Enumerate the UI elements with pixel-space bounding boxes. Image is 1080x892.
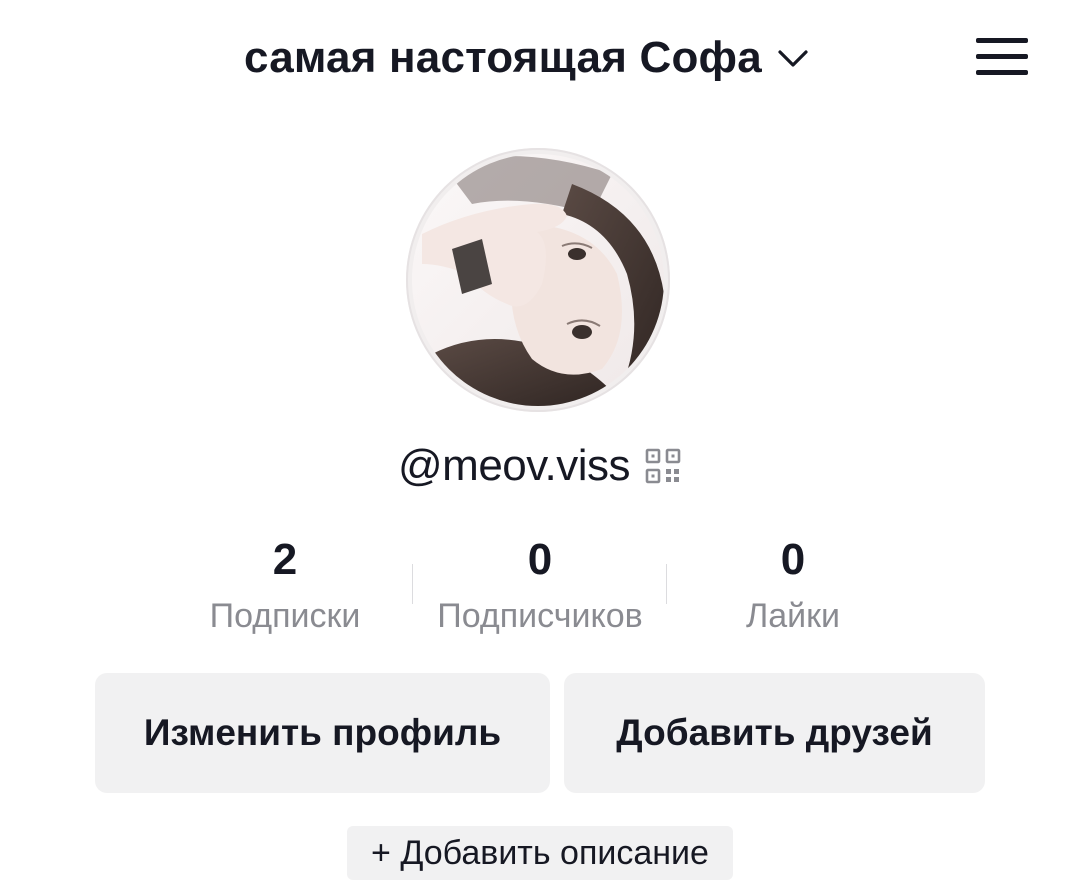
stat-divider xyxy=(666,564,667,604)
profile-stats: 2 Подписки 0 Подписчиков 0 Лайки xyxy=(0,530,1080,650)
add-friends-button[interactable]: Добавить друзей xyxy=(564,673,985,793)
stat-followers[interactable]: 0 Подписчиков xyxy=(420,530,660,642)
stat-following[interactable]: 2 Подписки xyxy=(165,530,405,642)
username: @meov.viss xyxy=(398,441,631,490)
hamburger-menu-icon[interactable] xyxy=(974,32,1032,80)
stat-followers-value: 0 xyxy=(527,535,553,584)
stat-followers-label: Подписчиков xyxy=(437,597,643,635)
account-switcher[interactable]: самая настоящая Софа xyxy=(244,26,810,90)
profile-screen: самая настоящая Софа @meov.viss 2 Подпис… xyxy=(0,0,1080,892)
chevron-down-icon xyxy=(778,50,808,67)
username-row: @meov.viss xyxy=(0,436,1080,496)
stat-following-label: Подписки xyxy=(209,597,361,635)
avatar[interactable] xyxy=(412,154,664,406)
stat-following-value: 2 xyxy=(272,535,298,584)
avatar-frame[interactable] xyxy=(406,148,670,412)
top-bar: самая настоящая Софа xyxy=(0,26,1080,90)
edit-profile-button[interactable]: Изменить профиль xyxy=(95,673,550,793)
stat-likes-label: Лайки xyxy=(745,597,841,635)
stat-likes-value: 0 xyxy=(780,535,806,584)
add-description-button[interactable]: + Добавить описание xyxy=(347,826,733,880)
qr-code-icon[interactable] xyxy=(644,447,682,485)
account-name: самая настоящая Софа xyxy=(244,33,762,82)
stat-divider xyxy=(412,564,413,604)
stat-likes[interactable]: 0 Лайки xyxy=(673,530,913,642)
